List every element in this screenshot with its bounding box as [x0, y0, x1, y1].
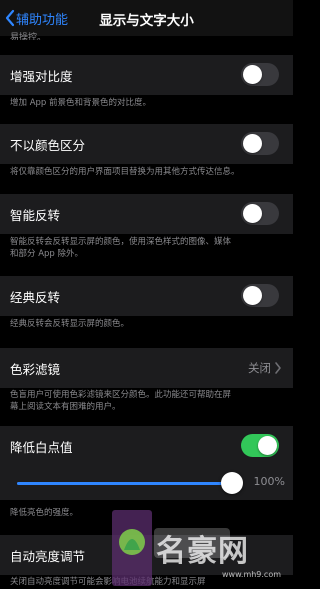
reduce-white-point-note: 降低亮色的强度。 [10, 508, 79, 518]
toggle-knob [258, 436, 277, 455]
color-filters-note-line2: 幕上阅读文本有困难的用户。 [10, 402, 121, 412]
differentiate-without-color-toggle[interactable] [241, 132, 279, 155]
classic-invert-note: 经典反转会反转显示屏的颜色。 [10, 319, 130, 329]
cut-off-note: 易操控。 [10, 33, 47, 40]
auto-brightness-label: 自动亮度调节 [10, 549, 86, 564]
color-filters-row[interactable]: 色彩滤镜 关闭 [0, 348, 293, 388]
color-filters-note-line1: 色盲用户可使用色彩滤镜来区分颜色。此功能还可帮助在屏 [10, 390, 232, 400]
color-filters-label: 色彩滤镜 [10, 362, 61, 377]
differentiate-without-color-row: 不以颜色区分 [0, 124, 293, 164]
slider-thumb[interactable] [221, 472, 243, 494]
smart-invert-label: 智能反转 [10, 208, 61, 223]
reduce-white-point-label: 降低白点值 [10, 440, 73, 455]
white-point-slider-row: 100% [0, 464, 293, 500]
toggle-knob [243, 204, 262, 223]
page-title: 显示与文字大小 [99, 13, 194, 29]
differentiate-without-color-label: 不以颜色区分 [10, 138, 86, 153]
slider-fill [17, 482, 232, 485]
smart-invert-note: 智能反转会反转显示屏的颜色，使用深色样式的图像、媒体 和部分 App 除外。 [10, 236, 282, 260]
slider-value: 100% [253, 475, 285, 488]
auto-brightness-note: 关闭自动亮度调节可能会影响电池续航能力和显示屏 [10, 577, 206, 587]
increase-contrast-toggle[interactable] [241, 63, 279, 86]
toggle-knob [243, 65, 262, 84]
color-filters-note: 色盲用户可使用色彩滤镜来区分颜色。此功能还可帮助在屏 幕上阅读文本有困难的用户。 [10, 389, 282, 413]
smart-invert-note-line2: 和部分 App 除外。 [10, 249, 84, 259]
increase-contrast-note: 增加 App 前景色和背景色的对比度。 [10, 98, 152, 108]
classic-invert-label: 经典反转 [10, 290, 61, 305]
auto-brightness-row: 自动亮度调节 [0, 535, 293, 575]
toggle-knob [243, 286, 262, 305]
reduce-white-point-toggle[interactable] [241, 434, 279, 457]
reduce-white-point-row: 降低白点值 [0, 426, 293, 466]
chevron-right-icon [275, 362, 281, 374]
smart-invert-toggle[interactable] [241, 202, 279, 225]
increase-contrast-row: 增强对比度 [0, 55, 293, 95]
increase-contrast-label: 增强对比度 [10, 69, 73, 84]
smart-invert-row: 智能反转 [0, 194, 293, 234]
smart-invert-note-line1: 智能反转会反转显示屏的颜色，使用深色样式的图像、媒体 [10, 237, 232, 247]
color-filters-value: 关闭 [248, 361, 271, 375]
toggle-knob [243, 134, 262, 153]
differentiate-without-color-note: 将仅靠颜色区分的用户界面项目替换为用其他方式传达信息。 [10, 167, 240, 177]
classic-invert-toggle[interactable] [241, 284, 279, 307]
classic-invert-row: 经典反转 [0, 276, 293, 316]
white-point-slider[interactable] [17, 482, 232, 485]
